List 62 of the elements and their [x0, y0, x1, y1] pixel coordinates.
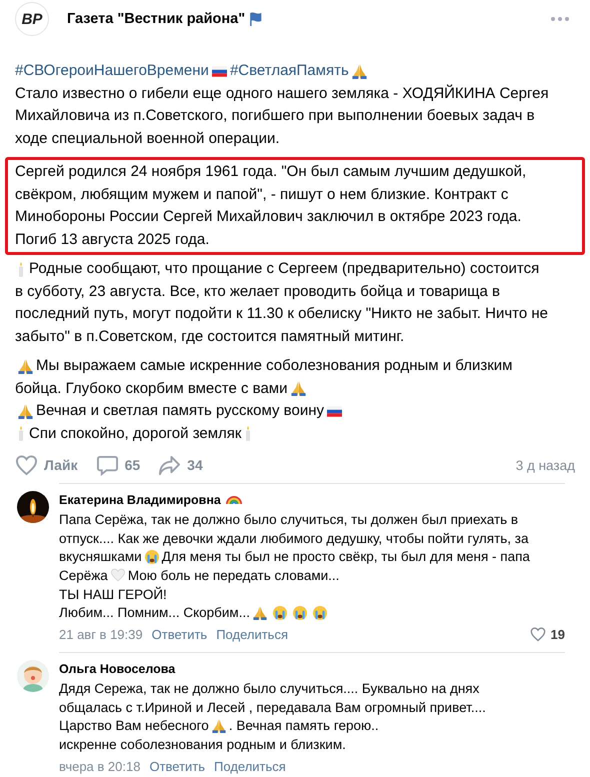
flag-icon	[326, 404, 342, 419]
text: Сергей родился 24 ноября 1961 года. "Он был самым лучшим дедушкой,	[15, 162, 526, 182]
text: Спи спокойно, дорогой земляк	[29, 424, 242, 444]
praying-hands-icon	[252, 606, 267, 620]
heart-icon	[530, 627, 546, 642]
praying-hands-icon	[18, 358, 33, 374]
praying-hands-icon	[212, 718, 226, 733]
text: общалась с т.Ириной и Лесей , передавала Вам огромный привет....	[59, 700, 486, 715]
text: искренне соболезнования родным и близким.	[59, 737, 346, 752]
crying-face-icon	[144, 550, 159, 564]
crying-face-icon	[292, 606, 307, 620]
text: Царство Вам небесного	[59, 718, 209, 734]
text: Вечная и светлая память русскому воину	[36, 401, 324, 421]
rainbow-icon	[226, 496, 242, 504]
text: Папа Серёжа, так не должно было случиться, ты должен был приехать в	[59, 512, 518, 527]
text: последний путь, могут подойти к 11.30 к обелиску "Никто не забыт. Ничто не	[15, 304, 548, 324]
comment-time: вчера в 20:18	[59, 758, 140, 774]
text: Стало известно о гибели еще одного нашего земляка - ХОДЯЙКИНА Сергея	[15, 84, 549, 104]
text: Дядя Сережа, так не должно было случиться.... Буквально на днях	[59, 680, 480, 696]
crying-face-icon	[312, 606, 327, 620]
commenter-name[interactable]: Ольга Новоселова	[59, 659, 176, 680]
logo[interactable]: ВР	[15, 2, 49, 36]
text: ТЫ НАШ ГЕРОЙ!	[59, 586, 167, 602]
like-button[interactable]: 19	[530, 627, 565, 642]
reply-link[interactable]: Ответить	[149, 758, 206, 774]
text: Михайловича из п.Советского, погибшего при выполнении боевых задач в	[15, 106, 535, 126]
text: отпуск.... Как же девочки ждали любимого дедушку, чтобы пойти гулять, за	[59, 530, 528, 546]
group-title[interactable]: Газета "Вестник района"	[67, 11, 246, 27]
commenter-name[interactable]: Екатерина Владимировна	[59, 490, 221, 510]
text: . Вечная память герою..	[228, 718, 379, 734]
heart-icon	[110, 568, 125, 582]
text: Минобороны России Сергей Михайлович заключил в октябре 2023 года.	[15, 207, 522, 227]
reply-link[interactable]: Ответить	[152, 627, 208, 642]
hashtag-link[interactable]: #СветлаяПамять	[230, 60, 349, 82]
comment-time: 21 авг в 19:39	[59, 627, 143, 642]
text: свёкром, любящим мужем и папой", - пишут о нем близкие. Контракт с	[15, 184, 508, 204]
praying-hands-icon	[290, 381, 306, 396]
share-icon	[158, 454, 182, 476]
praying-hands-icon	[18, 404, 33, 419]
text: Серёжа	[59, 568, 108, 583]
share-link[interactable]: Поделиться	[216, 627, 288, 642]
text: Родные сообщают, что прощание с Сергеем (предварительно) состоится	[29, 259, 540, 279]
more-icon[interactable]	[550, 16, 570, 22]
praying-hands-icon	[352, 64, 367, 79]
flag-icon	[212, 64, 227, 79]
text: бойца. Глубоко скорбим вместе с вами	[15, 378, 288, 398]
text: вкусняшками	[59, 549, 142, 564]
text: Для меня ты был не просто свёкр, ты был для меня - папа	[162, 549, 530, 564]
text: ходе специальной военной операции.	[15, 128, 280, 148]
crying-face-icon	[272, 606, 287, 620]
post-time: 3 д назад	[516, 458, 575, 472]
share-link[interactable]: Поделиться	[214, 758, 286, 774]
comment-icon	[96, 454, 119, 476]
text: Погиб 13 августа 2025 года.	[15, 230, 210, 250]
text: Мы выражаем самые искренние соболезнования родным и близким	[36, 356, 512, 376]
hashtag-link[interactable]: #СВОгероиНашегоВремени	[15, 60, 209, 82]
text: в субботу, 23 августа. Все, кто желает проводить бойца и товарища в	[15, 282, 500, 302]
text: Мою боль не передать словами...	[128, 568, 340, 583]
flag-icon	[249, 12, 262, 26]
heart-icon	[15, 454, 38, 476]
text: забыто" в п.Советском, где состоится памятный митинг.	[15, 326, 404, 346]
text: Любим... Помним... Скорбим...	[59, 605, 250, 620]
